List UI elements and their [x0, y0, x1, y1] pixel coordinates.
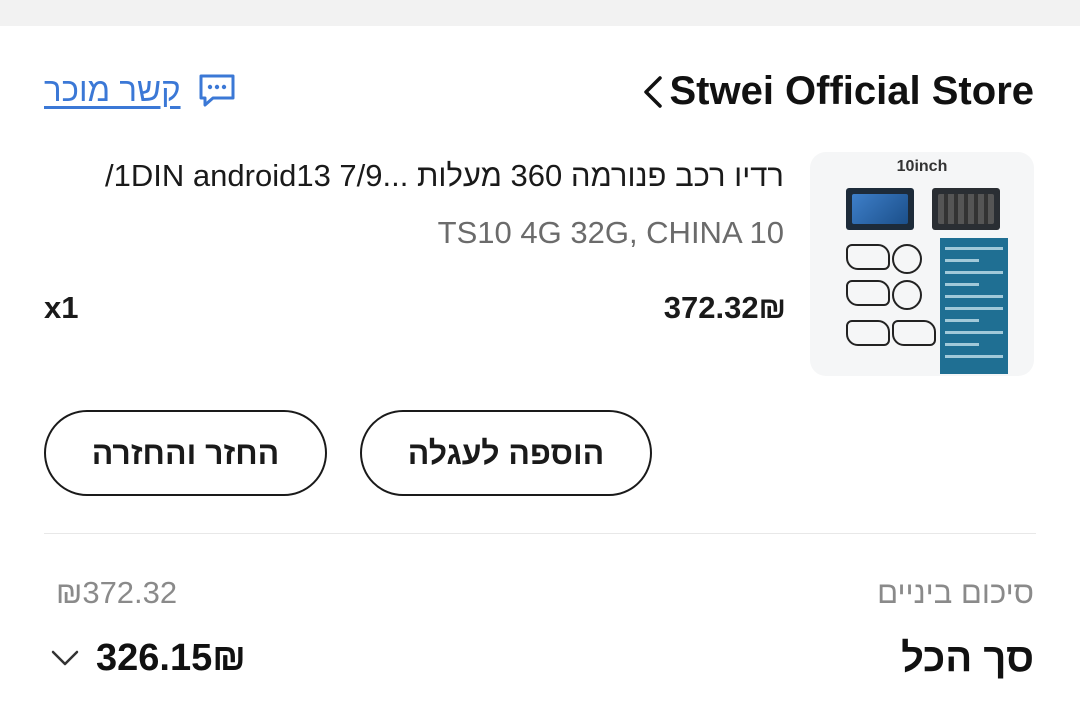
- chevron-down-icon[interactable]: [50, 648, 80, 668]
- chat-bubble-icon[interactable]: [197, 72, 237, 108]
- return-refund-button[interactable]: החזר והחזרה: [44, 410, 327, 496]
- thumbnail-screen-back: [932, 188, 1000, 230]
- contact-seller-label[interactable]: קשר מוכר: [44, 71, 181, 109]
- subtotal-value: ₪372.32: [56, 575, 178, 610]
- thumbnail-screen-front: [846, 188, 914, 230]
- subtotal-label: סיכום ביניים: [877, 575, 1034, 610]
- divider: [44, 533, 1036, 534]
- thumbnail-caption: 10inch: [896, 158, 948, 175]
- total-label: סך הכל: [901, 636, 1034, 680]
- product-thumbnail[interactable]: 10inch: [810, 152, 1034, 376]
- product-variant: TS10 4G 32G, CHINA 10: [437, 215, 784, 250]
- product-title[interactable]: רדיו רכב פנורמה 360 מעלות ...1DIN androi…: [105, 152, 784, 200]
- add-to-cart-button[interactable]: הוספה לעגלה: [360, 410, 652, 496]
- product-quantity: x1: [44, 290, 79, 325]
- thumbnail-accessories: [838, 240, 936, 368]
- product-price: 372.32₪: [663, 290, 786, 325]
- total-value: 326.15₪: [96, 636, 246, 679]
- contact-seller-link[interactable]: קשר מוכר: [44, 68, 237, 112]
- top-strip: [0, 0, 1080, 26]
- thumbnail-spec-panel: [940, 238, 1008, 374]
- total-toggle[interactable]: 326.15₪: [50, 630, 246, 686]
- chevron-left-icon[interactable]: [640, 74, 668, 110]
- store-name[interactable]: Stwei Official Store: [669, 66, 1034, 116]
